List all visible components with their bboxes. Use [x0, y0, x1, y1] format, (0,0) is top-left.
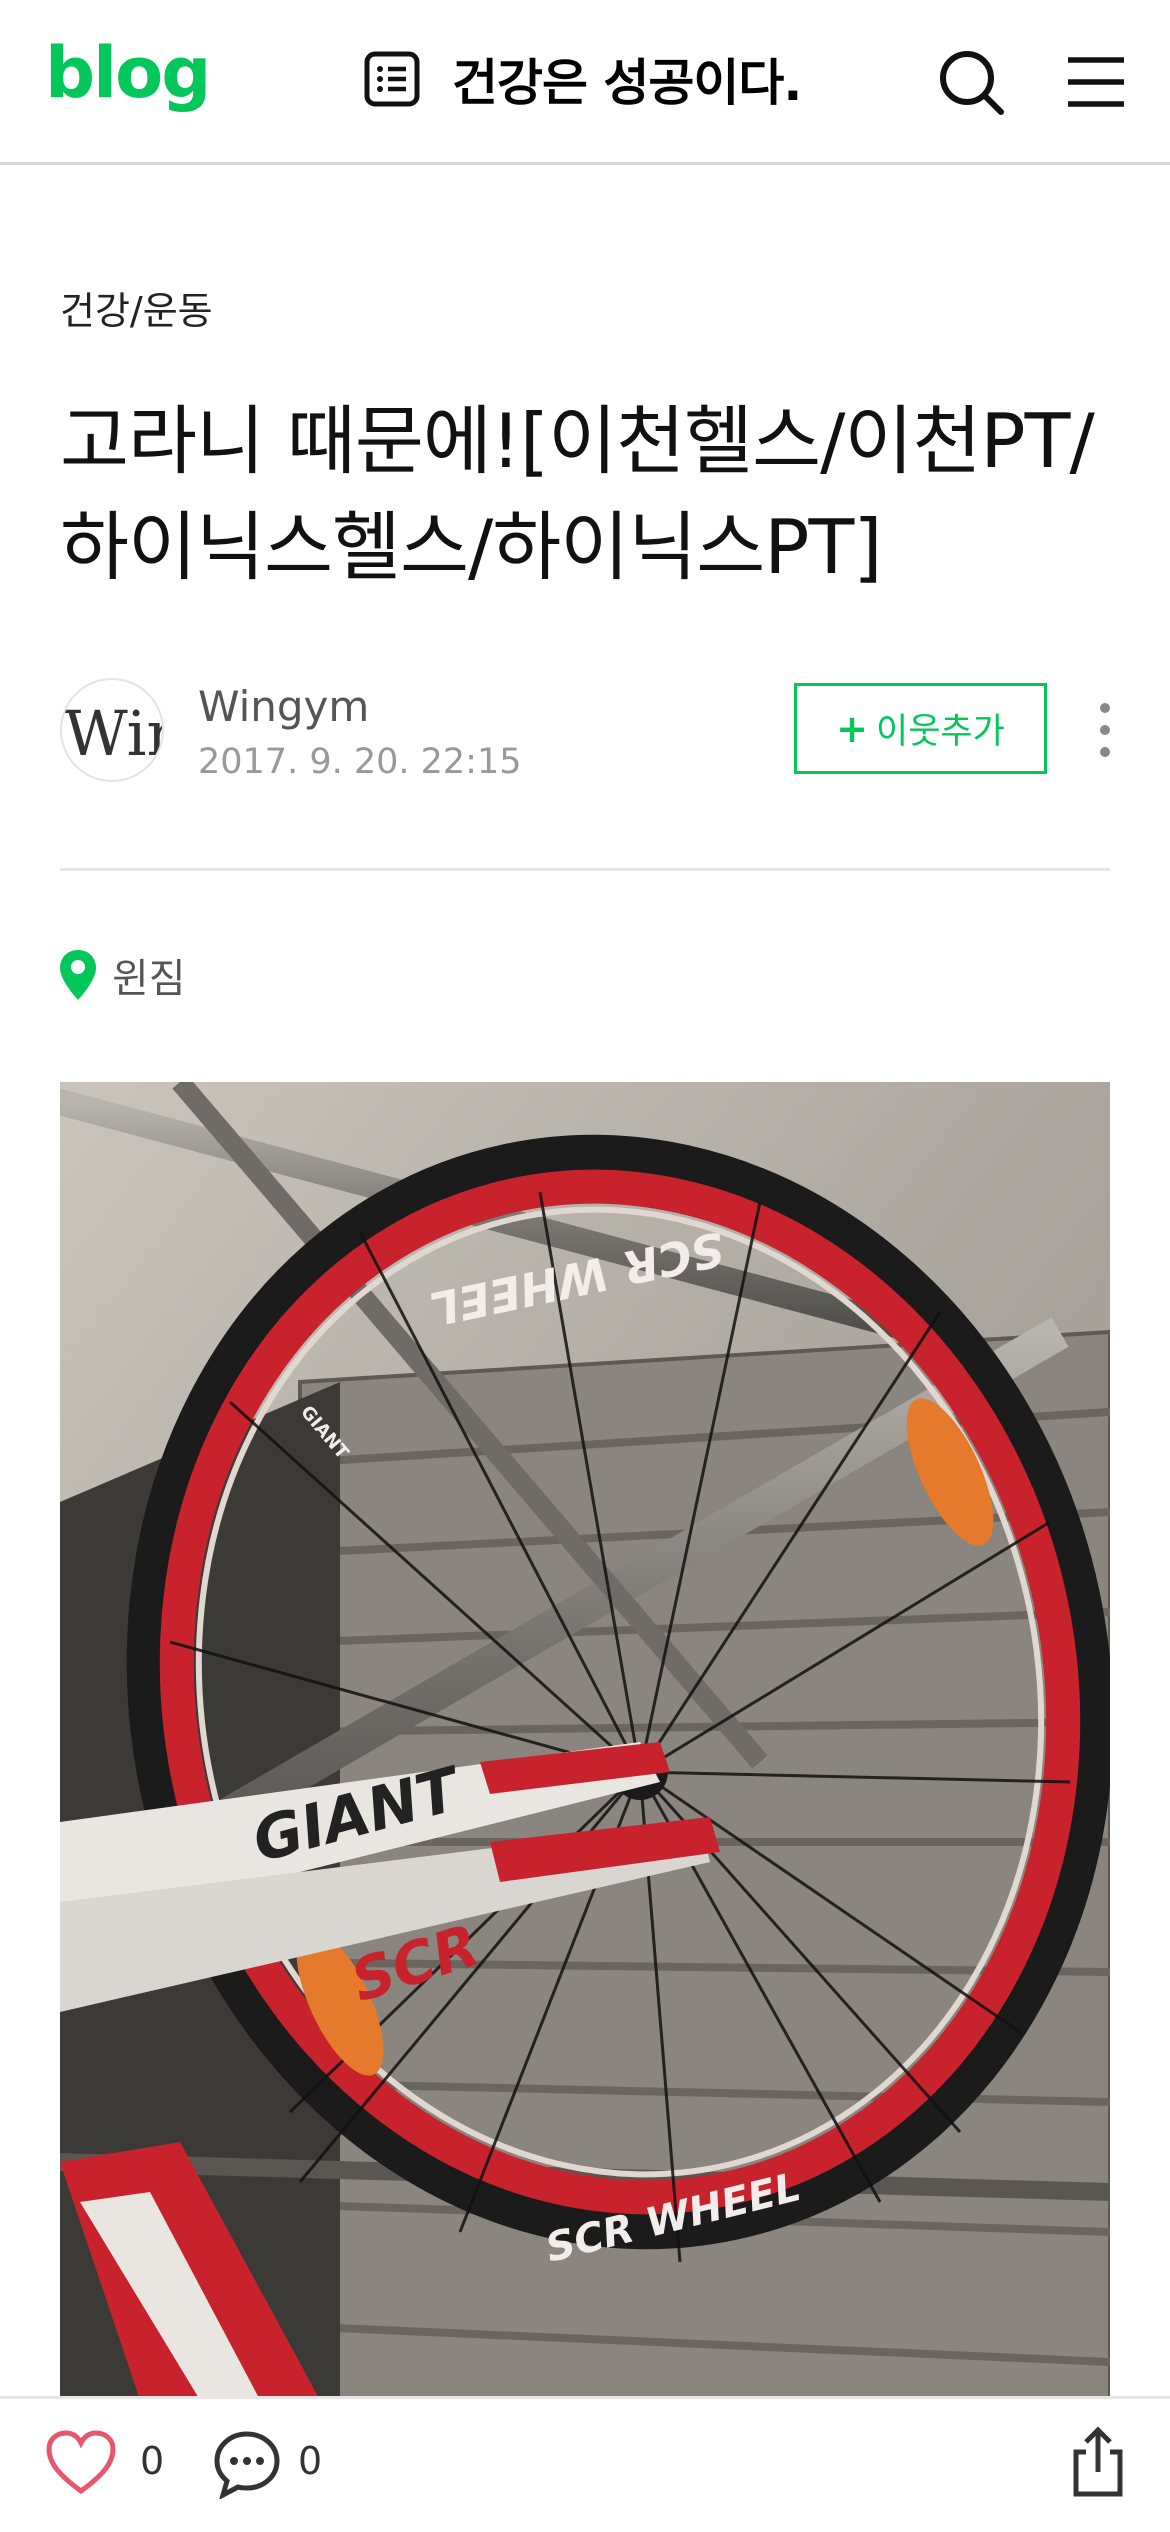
post-date: 2017. 9. 20. 22:15: [198, 742, 522, 782]
post-photo[interactable]: SCR WHEEL SCR WHEEL GIANT SCR GIANT: [60, 1082, 1110, 2400]
post-title: 고라니 때문에![이천헬스/이천PT/하이닉스헬스/하이닉스PT]: [60, 397, 1095, 591]
blog-title: 건강은 성공이다.: [452, 54, 802, 112]
list-icon: [364, 51, 420, 107]
author-name[interactable]: Wingym: [198, 682, 369, 731]
blog-logo[interactable]: blog: [45, 38, 211, 108]
place-name: 윈짐: [112, 956, 186, 1002]
top-bar: blog 건강은 성공이다.: [0, 0, 1170, 165]
more-icon[interactable]: [1090, 700, 1120, 760]
avatar[interactable]: Wir: [60, 678, 164, 782]
avatar-text: Wir: [64, 697, 164, 770]
add-neighbor-label: 이웃추가: [876, 712, 1005, 752]
divider: [60, 868, 1110, 871]
place-tag[interactable]: 윈짐: [58, 945, 186, 1005]
share-icon[interactable]: [1068, 2424, 1128, 2500]
plus-icon: +: [836, 706, 869, 751]
add-neighbor-button[interactable]: + 이웃추가: [794, 683, 1047, 774]
comment-icon[interactable]: [212, 2429, 282, 2499]
menu-icon[interactable]: [1060, 46, 1132, 118]
search-icon[interactable]: [935, 46, 1007, 118]
like-count: 0: [140, 2439, 165, 2483]
comment-count: 0: [298, 2439, 323, 2483]
post-category[interactable]: 건강/운동: [60, 280, 213, 335]
location-pin-icon: [60, 950, 96, 1000]
bottom-bar: 0 0: [0, 2396, 1170, 2532]
blog-title-area[interactable]: 건강은 성공이다.: [362, 44, 802, 114]
heart-icon[interactable]: [45, 2429, 117, 2495]
